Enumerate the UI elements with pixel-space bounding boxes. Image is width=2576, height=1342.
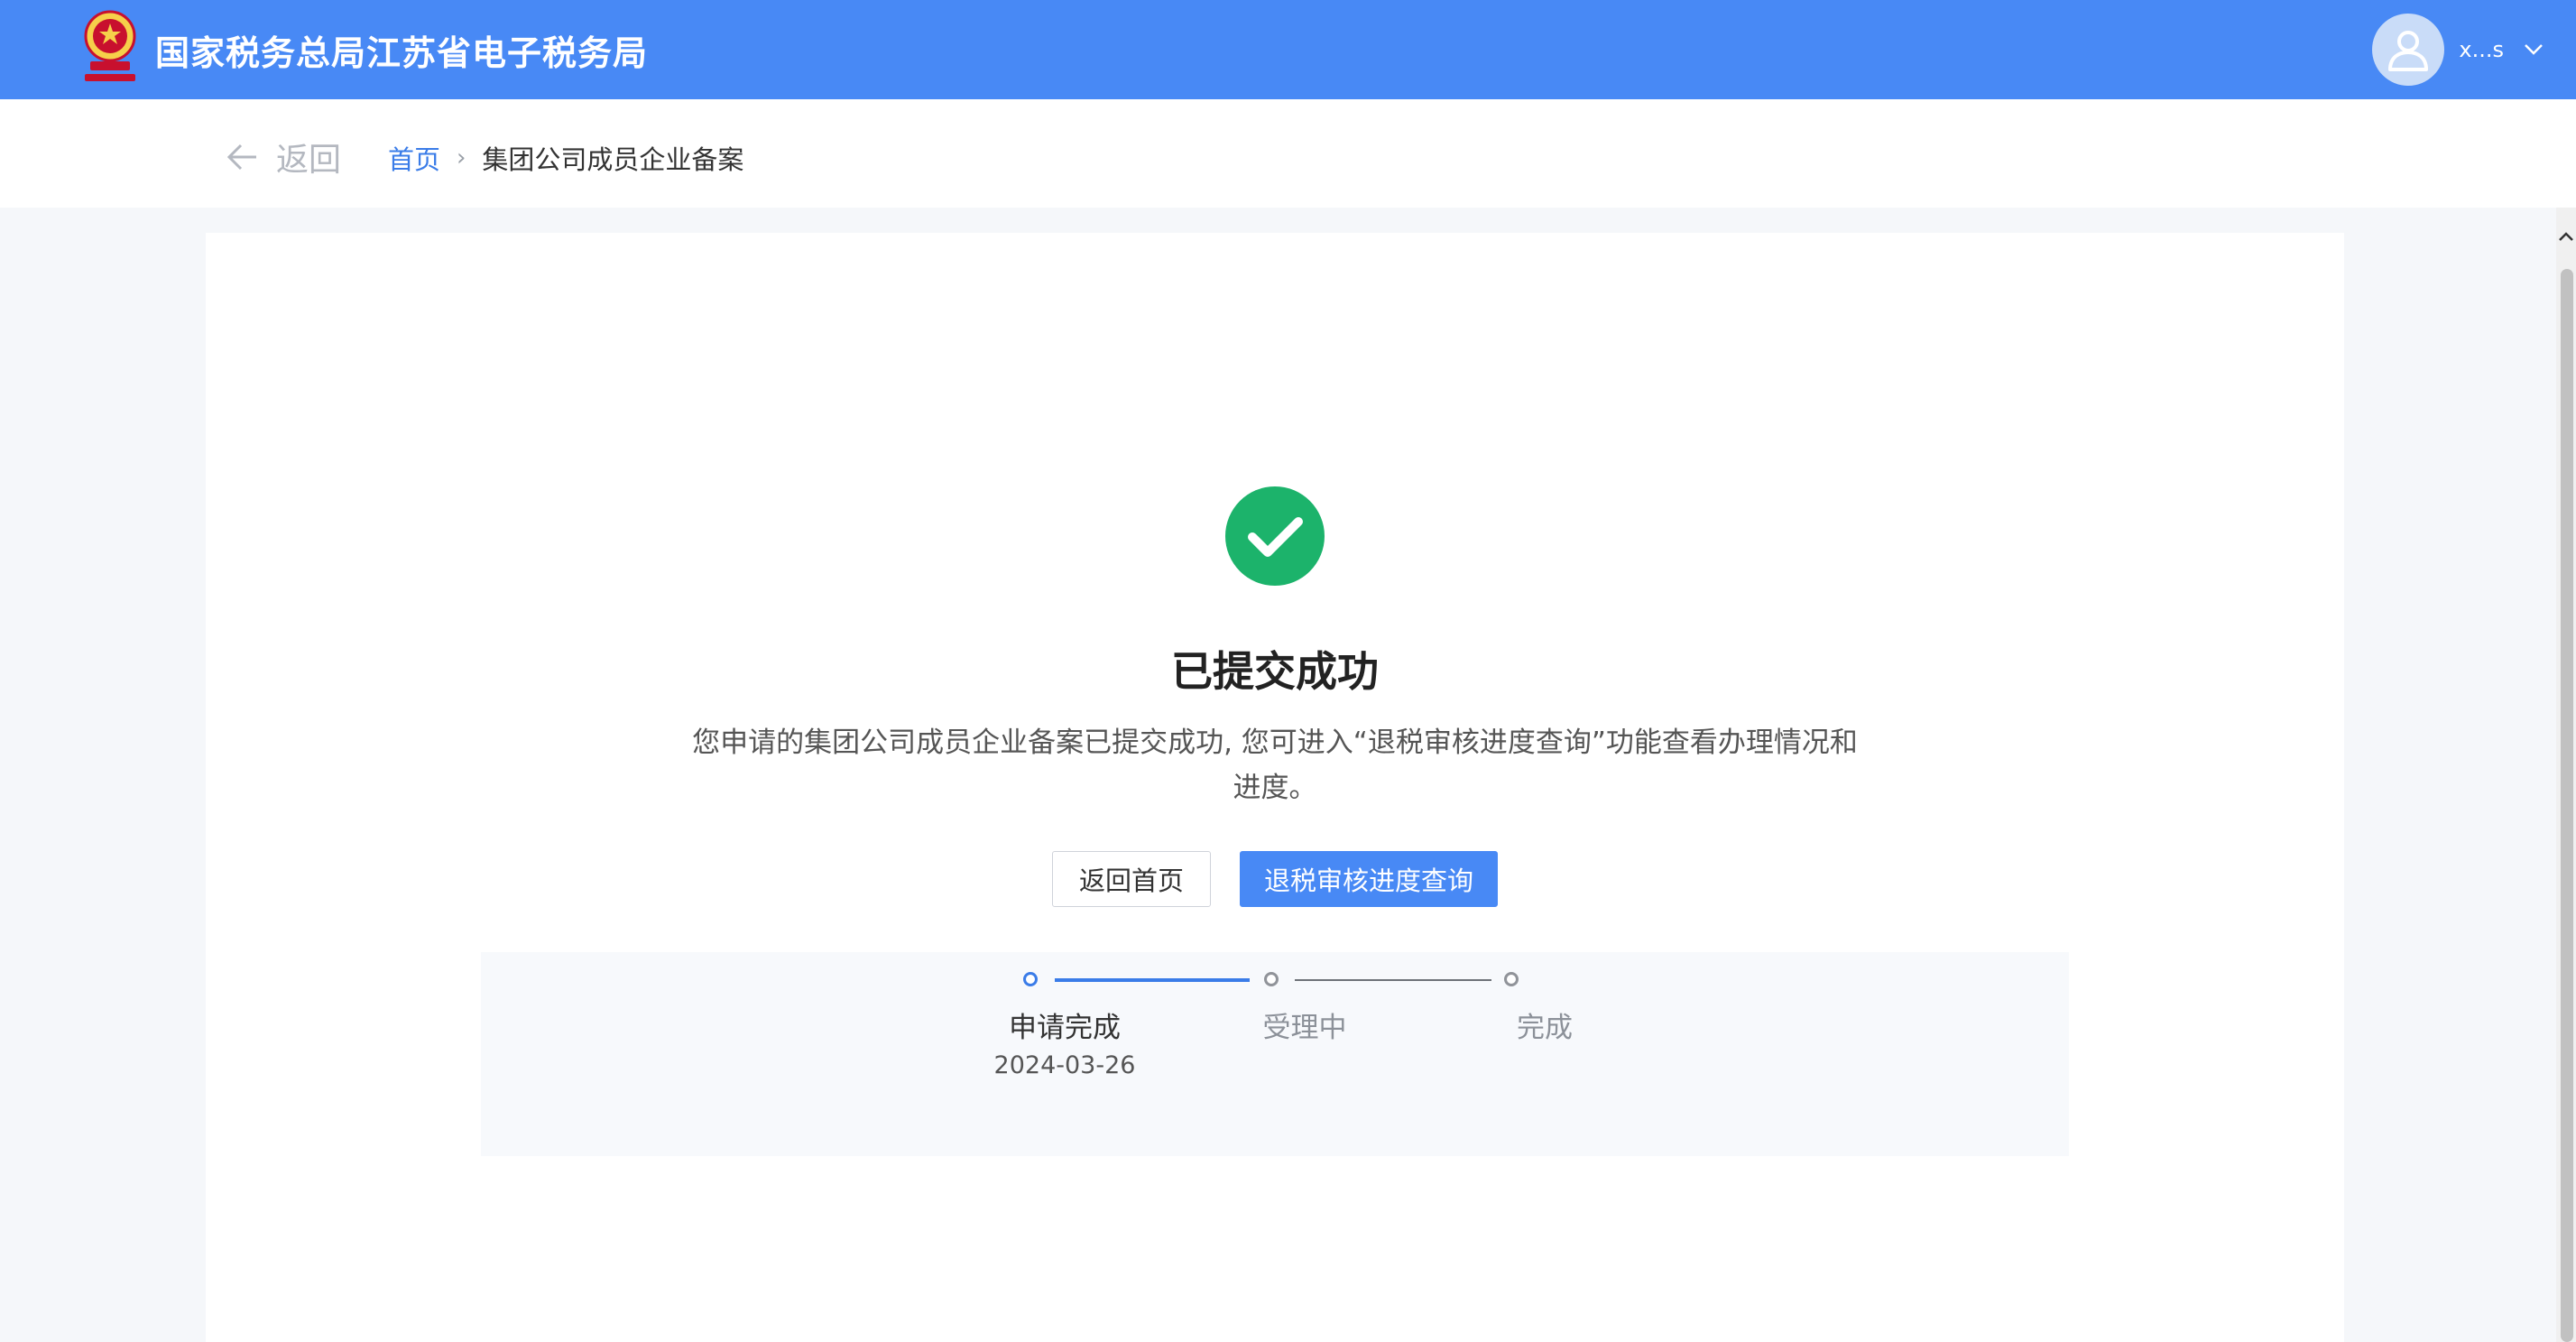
- arrow-left-icon: [226, 143, 256, 171]
- back-label: 返回: [276, 142, 342, 179]
- check-circle-icon: [1225, 486, 1325, 586]
- tax-emblem-icon: [84, 10, 136, 81]
- scroll-up-icon[interactable]: [2556, 226, 2576, 247]
- user-menu[interactable]: x...s: [2372, 13, 2544, 87]
- username[interactable]: x...s: [2459, 37, 2504, 62]
- result-card: 已提交成功 您申请的集团公司成员企业备案已提交成功, 您可进入“退税审核进度查询…: [206, 233, 2344, 1342]
- step-label-complete: 完成: [1517, 1012, 1573, 1044]
- chevron-down-icon[interactable]: [2524, 43, 2544, 56]
- return-home-button[interactable]: 返回首页: [1052, 851, 1211, 907]
- site-title: 国家税务总局江苏省电子税务局: [155, 33, 649, 73]
- top-header: 国家税务总局江苏省电子税务局 x...s: [0, 0, 2576, 99]
- step-connector-done: [1055, 978, 1250, 982]
- user-icon: [2388, 31, 2429, 71]
- breadcrumb: 首页 › 集团公司成员企业备案: [388, 139, 743, 177]
- step-connector-pending: [1295, 979, 1491, 981]
- avatar[interactable]: [2372, 14, 2445, 86]
- back-button[interactable]: 返回: [226, 134, 341, 180]
- breadcrumb-separator: ›: [457, 144, 466, 171]
- breadcrumb-home-link[interactable]: 首页: [388, 139, 440, 177]
- step-label-apply: 申请完成: [1009, 1012, 1121, 1044]
- step-dot-complete: [1504, 972, 1519, 986]
- result-title: 已提交成功: [1171, 647, 1379, 696]
- step-label-processing: 受理中: [1262, 1012, 1347, 1044]
- refund-progress-query-button[interactable]: 退税审核进度查询: [1240, 851, 1498, 907]
- vertical-scrollbar[interactable]: [2556, 208, 2576, 1342]
- breadcrumb-current: 集团公司成员企业备案: [482, 144, 744, 175]
- progress-steps: 申请完成 受理中 完成 2024-03-26: [481, 952, 2069, 1156]
- step-dot-apply: [1023, 972, 1038, 986]
- scrollbar-thumb[interactable]: [2561, 269, 2573, 1342]
- step-date-apply: 2024-03-26: [993, 1051, 1136, 1079]
- step-dot-processing: [1264, 972, 1279, 986]
- result-description: 您申请的集团公司成员企业备案已提交成功, 您可进入“退税审核进度查询”功能查看办…: [692, 727, 1858, 804]
- breadcrumb-bar: 返回 首页 › 集团公司成员企业备案: [0, 99, 2576, 208]
